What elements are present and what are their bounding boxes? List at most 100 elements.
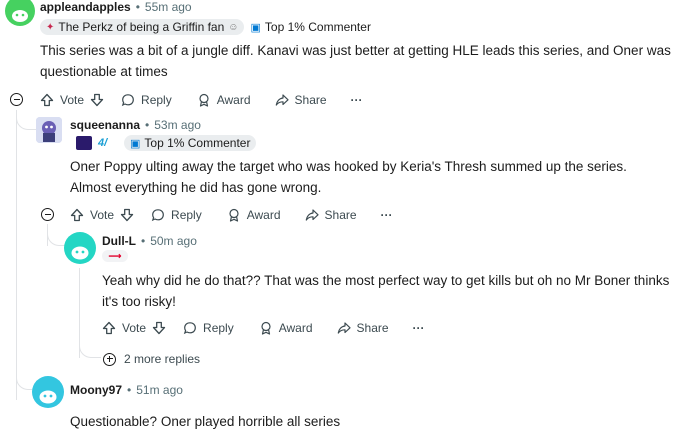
username[interactable]: Dull-L bbox=[102, 234, 136, 248]
snoo-avatar-icon bbox=[12, 10, 28, 22]
reply-button[interactable]: Reply bbox=[183, 321, 234, 335]
upvote-button[interactable]: Vote bbox=[102, 321, 146, 335]
upvote-icon bbox=[40, 93, 54, 107]
user-flair: ✦ The Perkz of being a Griffin fan ☺ bbox=[40, 19, 245, 35]
thread-line-root bbox=[16, 110, 17, 400]
share-label: Share bbox=[324, 208, 357, 222]
comment-meta: squeenanna • 53m ago bbox=[70, 118, 201, 132]
avatar[interactable] bbox=[32, 376, 64, 408]
reply-label: Reply bbox=[203, 321, 234, 335]
comment-meta: Moony97 • 51m ago bbox=[70, 383, 183, 397]
award-icon bbox=[261, 321, 271, 335]
comment-body: Yeah why did he do that?? That was the m… bbox=[102, 273, 670, 309]
award-button[interactable]: Award bbox=[227, 208, 281, 222]
more-replies-button[interactable]: 2 more replies bbox=[103, 352, 200, 366]
award-icon bbox=[199, 93, 209, 107]
reply-button[interactable]: Reply bbox=[121, 93, 172, 107]
downvote-button[interactable] bbox=[120, 208, 134, 222]
thread-curve-squeenanna bbox=[16, 110, 36, 130]
badge-icon: ▣ bbox=[130, 137, 141, 150]
upvote-button[interactable]: Vote bbox=[70, 208, 114, 222]
emote-icon: ☺ bbox=[228, 21, 239, 33]
share-icon bbox=[337, 322, 351, 334]
share-button[interactable]: Share bbox=[305, 208, 357, 222]
separator: • bbox=[127, 383, 132, 397]
more-options-icon: ··· bbox=[350, 93, 363, 107]
share-label: Share bbox=[356, 321, 389, 335]
upvote-icon bbox=[70, 208, 84, 222]
award-label: Award bbox=[216, 93, 251, 107]
username[interactable]: appleandapples bbox=[40, 0, 131, 14]
share-button[interactable]: Share bbox=[337, 321, 389, 335]
share-button[interactable]: Share bbox=[275, 93, 327, 107]
collapse-thread-button[interactable] bbox=[41, 208, 54, 221]
vote-label: Vote bbox=[60, 93, 85, 107]
flair-row: 4/ ▣ Top 1% Commenter bbox=[76, 135, 257, 151]
more-options-icon: ··· bbox=[380, 208, 393, 222]
custom-avatar-icon bbox=[36, 117, 62, 143]
top-commenter-badge: ▣ Top 1% Commenter bbox=[124, 135, 257, 151]
thread-curve-more bbox=[79, 340, 101, 358]
share-icon bbox=[275, 94, 289, 106]
comment-meta: appleandapples • 55m ago bbox=[40, 0, 192, 14]
timestamp[interactable]: 51m ago bbox=[136, 383, 183, 397]
badge-icon: ▣ bbox=[250, 21, 261, 34]
vote-label: Vote bbox=[122, 321, 147, 335]
more-options-button[interactable]: ··· bbox=[351, 93, 363, 107]
award-button[interactable]: Award bbox=[259, 321, 313, 335]
timestamp[interactable]: 53m ago bbox=[154, 118, 201, 132]
flair-row: ⟶ bbox=[102, 250, 128, 262]
upvote-button[interactable]: Vote bbox=[40, 93, 84, 107]
downvote-button[interactable] bbox=[152, 321, 166, 335]
username[interactable]: Moony97 bbox=[70, 383, 122, 397]
vote-label: Vote bbox=[90, 208, 115, 222]
collapse-thread-button[interactable] bbox=[10, 93, 23, 106]
username[interactable]: squeenanna bbox=[70, 118, 140, 132]
flair-row: ✦ The Perkz of being a Griffin fan ☺ ▣ T… bbox=[40, 19, 377, 35]
separator: • bbox=[141, 234, 146, 248]
reply-button[interactable]: Reply bbox=[151, 208, 202, 222]
t1-logo-flair-icon: ⟶ bbox=[102, 250, 128, 262]
award-label: Award bbox=[246, 208, 281, 222]
award-button[interactable]: Award bbox=[197, 93, 251, 107]
reply-icon bbox=[151, 209, 164, 222]
more-options-button[interactable]: ··· bbox=[413, 321, 425, 335]
badge-text: Top 1% Commenter bbox=[144, 136, 251, 150]
downvote-icon bbox=[120, 208, 134, 222]
avatar[interactable] bbox=[36, 117, 62, 143]
downvote-button[interactable] bbox=[90, 93, 104, 107]
flair-text: The Perkz of being a Griffin fan bbox=[58, 20, 225, 34]
more-options-button[interactable]: ··· bbox=[381, 208, 393, 222]
top-commenter-badge: ▣ Top 1% Commenter bbox=[250, 19, 377, 35]
more-replies-label: 2 more replies bbox=[124, 352, 201, 366]
comment-meta: Dull-L • 50m ago bbox=[102, 234, 197, 248]
comment-actions: Vote Reply Award Share ··· bbox=[102, 318, 425, 338]
team-flair-icon bbox=[76, 136, 92, 150]
reply-label: Reply bbox=[171, 208, 202, 222]
comment-actions: Vote Reply Award Share ··· bbox=[40, 90, 363, 110]
timestamp[interactable]: 55m ago bbox=[145, 0, 192, 14]
share-icon bbox=[305, 209, 319, 221]
comment-body: Questionable? Oner played horrible all s… bbox=[70, 414, 341, 429]
downvote-icon bbox=[152, 321, 166, 335]
award-icon bbox=[229, 208, 239, 222]
t1-flair-icon: 4/ bbox=[98, 137, 108, 149]
comment-body: Oner Poppy ulting away the target who wa… bbox=[70, 159, 627, 195]
share-label: Share bbox=[294, 93, 327, 107]
avatar[interactable] bbox=[5, 0, 35, 26]
snoo-avatar-icon bbox=[39, 390, 57, 404]
separator: • bbox=[145, 118, 150, 132]
badge-text: Top 1% Commenter bbox=[264, 20, 371, 34]
award-label: Award bbox=[278, 321, 313, 335]
snoo-avatar-icon bbox=[71, 246, 89, 260]
expand-plus-icon bbox=[103, 352, 116, 366]
separator: • bbox=[135, 0, 140, 14]
timestamp[interactable]: 50m ago bbox=[150, 234, 197, 248]
avatar[interactable] bbox=[64, 232, 96, 264]
thread-curve-moony bbox=[16, 370, 32, 390]
griffin-flair-icon: ✦ bbox=[46, 21, 55, 33]
downvote-icon bbox=[90, 93, 104, 107]
comment-body: This series was a bit of a jungle diff. … bbox=[40, 43, 671, 79]
reply-icon bbox=[121, 94, 134, 107]
thread-curve-dull bbox=[47, 228, 65, 246]
